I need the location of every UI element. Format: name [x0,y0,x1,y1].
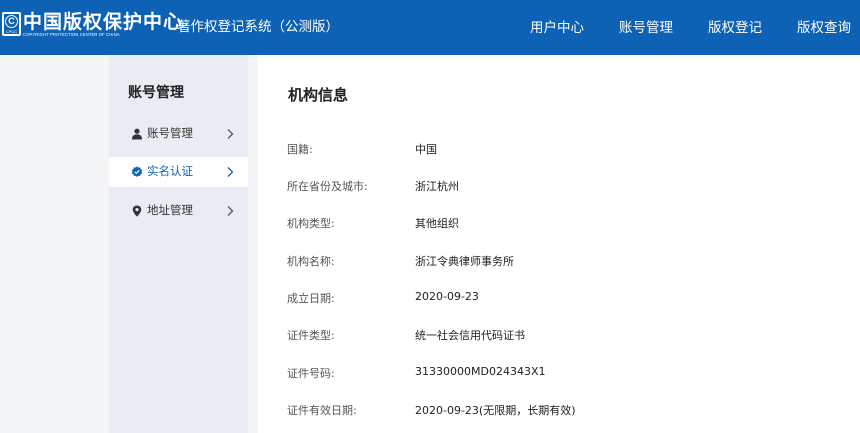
location-pin-icon [132,205,142,217]
verified-badge-icon [131,166,143,177]
nav-account-management[interactable]: 账号管理 [619,19,673,37]
sidebar-title: 账号管理 [128,85,184,101]
field-label: 国籍: [287,143,313,156]
field-value: 31330000MD024343X1 [415,365,546,378]
info-row-institution-type: 机构类型: 其他组织 [258,215,860,233]
sidebar-item-label: 实名认证 [147,164,193,178]
top-header: C CPCC 中国版权保护中心 COPYRIGHT PROTECTION CEN… [0,0,860,55]
field-value: 浙江杭州 [415,180,459,193]
logo-chinese-name: 中国版权保护中心 [23,11,184,33]
info-row-nationality: 国籍: 中国 [258,141,860,159]
logo-abbr: CPCC [5,29,18,34]
sidebar-item-label: 地址管理 [147,203,193,217]
chevron-right-icon [227,167,234,177]
field-value: 浙江令典律师事务所 [415,255,514,268]
field-label: 证件号码: [287,367,335,380]
field-label: 成立日期: [287,292,335,305]
chevron-right-icon [227,129,234,139]
field-value: 中国 [415,143,437,156]
info-row-certificate-type: 证件类型: 统一社会信用代码证书 [258,327,860,345]
field-value: 2020-09-23 [415,290,479,303]
copyright-logo-icon: C CPCC [2,12,21,36]
institution-info-panel: 机构信息 国籍: 中国 所在省份及城市: 浙江杭州 机构类型: 其他组织 机构名… [258,55,860,433]
info-row-certificate-validity: 证件有效日期: 2020-09-23(无限期，长期有效) [258,402,860,420]
nav-copyright-registration[interactable]: 版权登记 [708,19,762,37]
field-label: 机构类型: [287,217,335,230]
sidebar-item-account-management[interactable]: 账号管理 [109,119,248,149]
sidebar-item-label: 账号管理 [147,126,193,140]
user-icon [132,128,142,140]
field-label: 证件类型: [287,329,335,342]
system-name: 著作权登记系统（公测版） [177,19,339,35]
field-value: 2020-09-23(无限期，长期有效) [415,404,576,417]
logo-c-letter: C [5,15,18,28]
field-value: 统一社会信用代码证书 [415,329,525,342]
field-label: 机构名称: [287,255,335,268]
field-label: 所在省份及城市: [287,180,368,193]
nav-copyright-query[interactable]: 版权查询 [797,19,851,37]
chevron-right-icon [227,206,234,216]
nav-user-center[interactable]: 用户中心 [530,19,584,37]
page-title: 机构信息 [288,86,349,104]
info-row-province-city: 所在省份及城市: 浙江杭州 [258,178,860,196]
field-value: 其他组织 [415,217,459,230]
info-row-certificate-number: 证件号码: 31330000MD024343X1 [258,365,860,383]
sidebar-item-address-management[interactable]: 地址管理 [109,196,248,226]
logo-text: 中国版权保护中心 COPYRIGHT PROTECTION CENTER OF … [23,12,183,37]
field-label: 证件有效日期: [287,404,357,417]
info-row-institution-name: 机构名称: 浙江令典律师事务所 [258,253,860,271]
logo-english-name: COPYRIGHT PROTECTION CENTER OF CHINA [23,32,120,37]
info-row-establishment-date: 成立日期: 2020-09-23 [258,290,860,308]
sidebar: 账号管理 账号管理 实名认证 地址管理 [109,55,248,433]
sidebar-item-real-name-verification[interactable]: 实名认证 [109,157,248,187]
cpcc-logo[interactable]: C CPCC 中国版权保护中心 COPYRIGHT PROTECTION CEN… [2,12,183,37]
